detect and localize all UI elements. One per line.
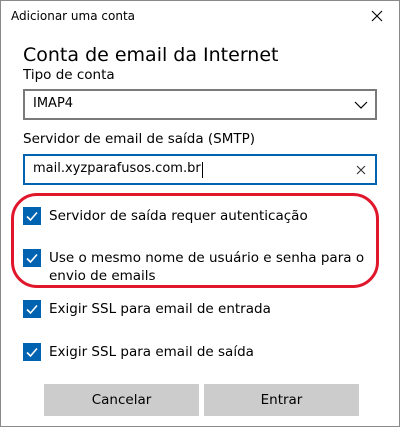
close-icon [371,7,383,26]
clear-icon[interactable] [353,162,369,178]
title-bar: Adicionar uma conta [1,1,399,31]
option-label: Exigir SSL para email de entrada [49,301,271,317]
smtp-server-value: mail.xyzparafusos.com.br [33,161,201,176]
account-type-value: IMAP4 [33,96,74,111]
chevron-down-icon [353,97,369,113]
text-caret [202,162,203,178]
option-label: Servidor de saída requer autenticação [49,208,308,224]
smtp-server-input[interactable]: mail.xyzparafusos.com.br [23,154,377,185]
close-button[interactable] [355,1,399,31]
account-type-label: Tipo de conta [23,67,115,83]
option-ssl-outgoing[interactable]: Exigir SSL para email de saída [23,343,254,361]
window-title: Adicionar uma conta [11,9,135,23]
option-label: Use o mesmo nome de usuário e senha para… [49,250,365,284]
account-type-select[interactable]: IMAP4 [23,89,377,120]
add-account-dialog: Adicionar uma conta Conta de email da In… [0,0,400,427]
option-same-credentials[interactable]: Use o mesmo nome de usuário e senha para… [23,249,383,285]
sign-in-button[interactable]: Entrar [204,384,359,416]
checkbox-checked-icon[interactable] [23,300,41,318]
checkbox-checked-icon[interactable] [23,249,41,267]
option-smtp-auth[interactable]: Servidor de saída requer autenticação [23,207,308,225]
cancel-button[interactable]: Cancelar [44,384,199,416]
option-ssl-incoming[interactable]: Exigir SSL para email de entrada [23,300,271,318]
option-label: Exigir SSL para email de saída [49,344,254,360]
page-title: Conta de email da Internet [23,44,279,66]
checkbox-checked-icon[interactable] [23,207,41,225]
smtp-server-label: Servidor de email de saída (SMTP) [23,131,256,147]
checkbox-checked-icon[interactable] [23,343,41,361]
